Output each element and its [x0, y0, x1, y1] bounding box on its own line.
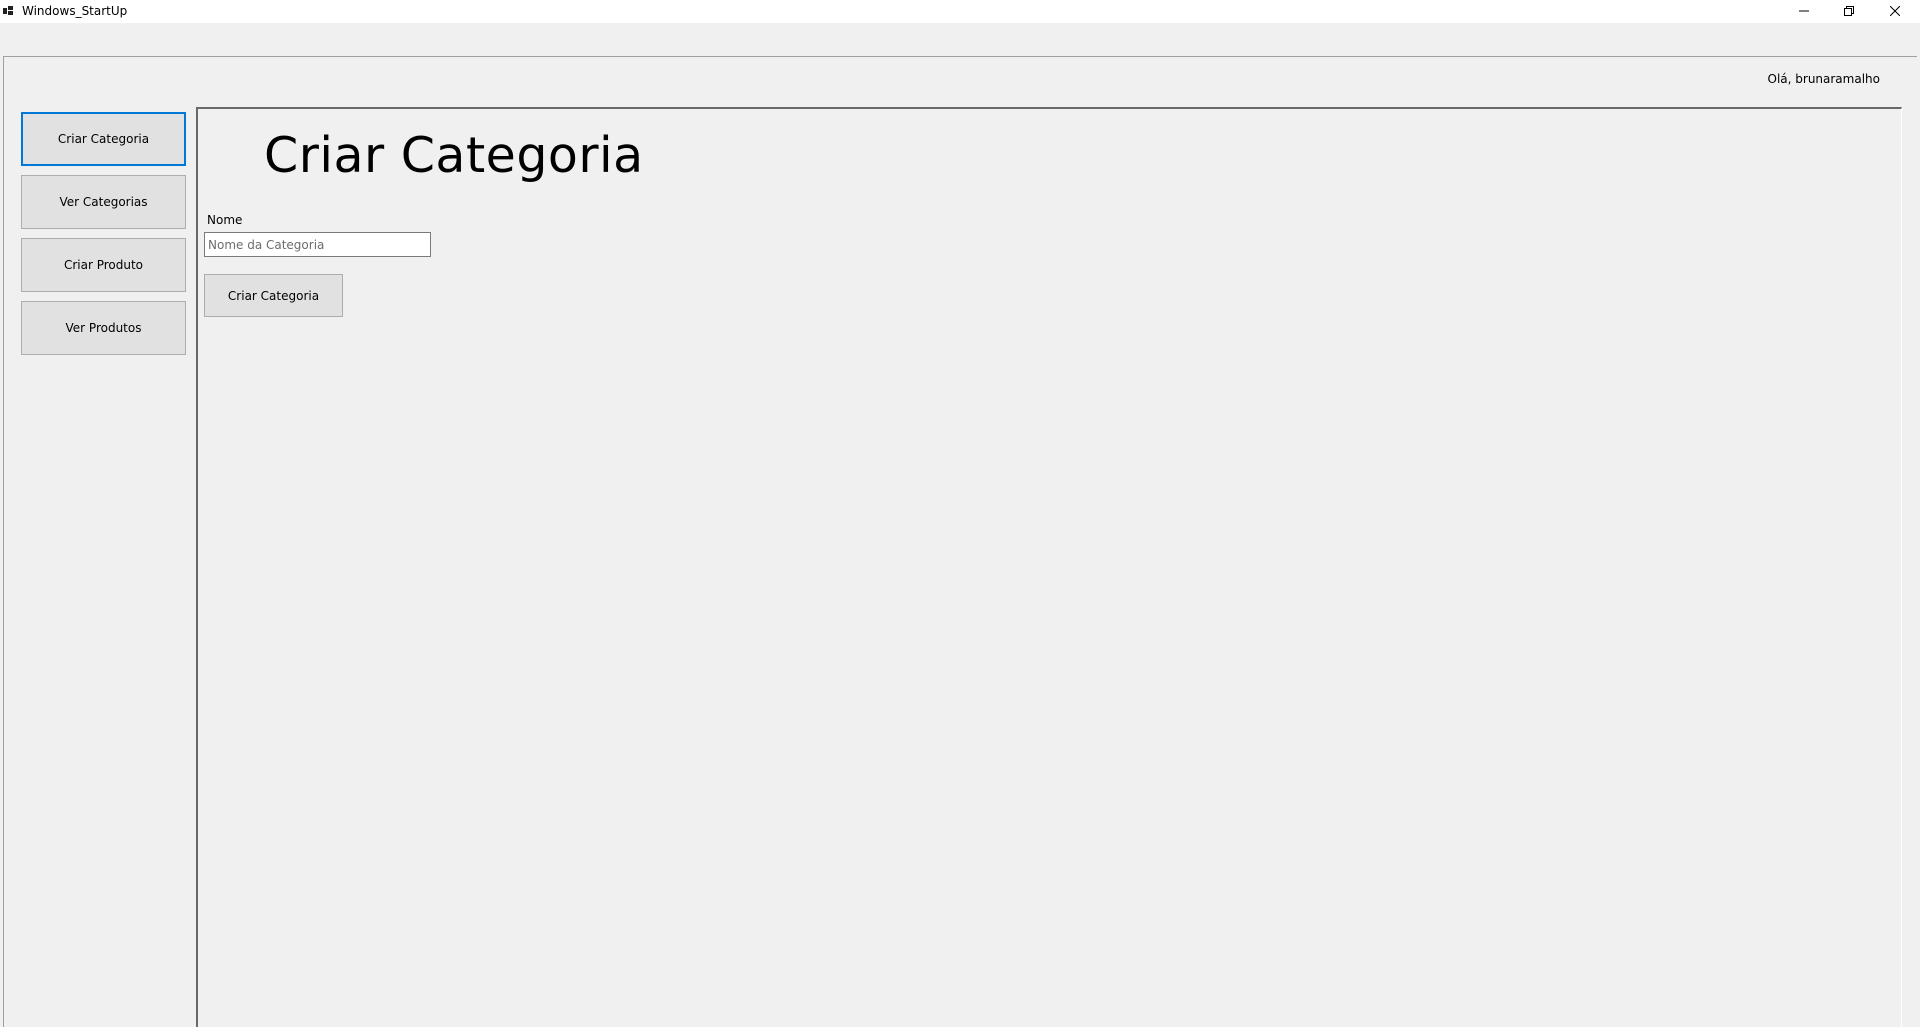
content-panel [196, 107, 1902, 1027]
minimize-icon [1799, 10, 1809, 12]
sidebar-item-criar-produto[interactable]: Criar Produto [21, 238, 186, 292]
close-icon [1890, 6, 1900, 16]
page-title: Criar Categoria [264, 127, 644, 184]
user-greeting: Olá, brunaramalho [1767, 72, 1881, 86]
create-category-button-label: Criar Categoria [227, 288, 320, 303]
sidebar-item-label: Criar Categoria [57, 132, 150, 146]
category-name-input[interactable] [204, 232, 431, 257]
app-window-icon [3, 6, 13, 16]
sidebar-item-label: Ver Categorias [59, 195, 148, 209]
window-titlebar[interactable]: Windows_StartUp [0, 0, 1920, 23]
sidebar-item-label: Ver Produtos [65, 321, 142, 335]
sidebar-item-criar-categoria[interactable]: Criar Categoria [21, 112, 186, 166]
restore-icon [1844, 6, 1854, 16]
window-title: Windows_StartUp [22, 4, 128, 18]
sidebar-item-ver-produtos[interactable]: Ver Produtos [21, 301, 186, 355]
name-field-label: Nome [207, 213, 243, 227]
sidebar-item-label: Criar Produto [63, 258, 144, 272]
sidebar-item-ver-categorias[interactable]: Ver Categorias [21, 175, 186, 229]
minimize-button[interactable] [1781, 0, 1827, 22]
create-category-button[interactable]: Criar Categoria [204, 274, 343, 317]
close-button[interactable] [1872, 0, 1918, 22]
restore-button[interactable] [1826, 0, 1872, 22]
